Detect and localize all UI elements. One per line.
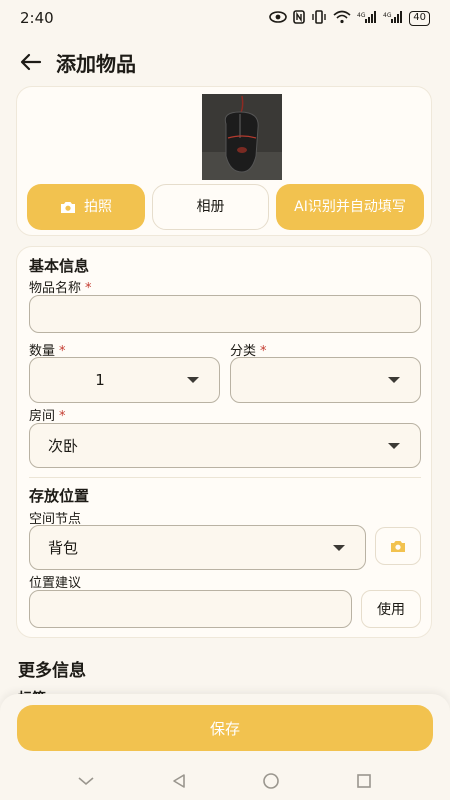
circle-home-icon [263,773,280,789]
more-info-title: 更多信息 [18,661,86,681]
nav-back-button[interactable] [159,766,199,796]
status-icons: 4G 4G 40 [269,9,430,27]
vibrate-icon [311,9,327,27]
space-node-select[interactable]: 背包 [29,525,366,570]
required-mark: * [85,281,92,296]
triangle-back-icon [172,774,185,788]
square-recents-icon [356,774,371,788]
chevron-down-icon [388,442,400,449]
ai-recognize-label: AI识别并自动填写 [294,198,406,215]
chevron-down-icon [388,377,400,383]
app-bar: 添加物品 [0,44,450,80]
info-card: 基本信息 物品名称 * 数量 * 1 分类 * 房间 * 次卧 存放位置 空间节点 背包… [16,246,432,638]
room-value: 次卧 [48,437,79,455]
quantity-value: 1 [95,371,105,389]
storage-title: 存放位置 [29,487,90,505]
basic-info-title: 基本信息 [29,257,90,275]
svg-text:4G: 4G [357,12,366,19]
status-time: 2:40 [20,9,54,27]
svg-text:4G: 4G [383,12,392,19]
signal-icon: 4G [357,10,377,27]
album-button[interactable]: 相册 [152,184,269,230]
album-label: 相册 [196,198,225,215]
chevron-down-icon [333,544,345,551]
quantity-select[interactable]: 1 [29,357,220,403]
battery-indicator: 40 [409,10,430,26]
mouse-photo-image [202,94,282,180]
take-photo-button[interactable]: 拍照 [27,184,145,230]
category-select[interactable] [230,357,421,403]
ai-recognize-button[interactable]: AI识别并自动填写 [276,184,424,230]
page-title: 添加物品 [56,51,136,76]
location-suggestion-input[interactable] [29,590,352,628]
back-button[interactable] [18,49,44,75]
name-label-text: 物品名称 [29,281,82,296]
use-suggestion-label: 使用 [377,602,405,618]
eye-icon [269,10,288,26]
nav-recents-button[interactable] [344,766,384,796]
camera-icon [391,540,405,552]
required-mark: * [59,409,66,424]
room-label-text: 房间 [29,409,56,424]
room-select[interactable]: 次卧 [29,423,421,468]
name-label: 物品名称 * [29,277,92,296]
space-node-value: 背包 [48,539,79,557]
wifi-icon [333,10,351,27]
nfc-icon [293,9,306,27]
status-bar: 2:40 4G 4G 40 [0,0,450,36]
save-button[interactable]: 保存 [17,705,433,751]
name-input[interactable] [29,295,421,333]
item-photo[interactable] [202,94,282,180]
scan-location-button[interactable] [375,527,421,565]
system-nav-bar [0,762,450,800]
room-label: 房间 * [29,405,66,424]
photo-card: 拍照 相册 AI识别并自动填写 [16,86,432,236]
use-suggestion-button[interactable]: 使用 [361,590,421,628]
section-divider [29,477,421,478]
save-label: 保存 [209,719,240,738]
signal-icon: 4G [383,10,403,27]
suggestion-label: 位置建议 [29,576,82,591]
camera-icon [61,201,75,213]
chevron-down-icon [187,377,199,383]
nav-hide-button[interactable] [66,766,106,796]
arrow-left-icon [20,53,42,71]
take-photo-label: 拍照 [84,198,112,215]
nav-home-button[interactable] [251,766,291,796]
chevron-down-icon [78,777,94,786]
